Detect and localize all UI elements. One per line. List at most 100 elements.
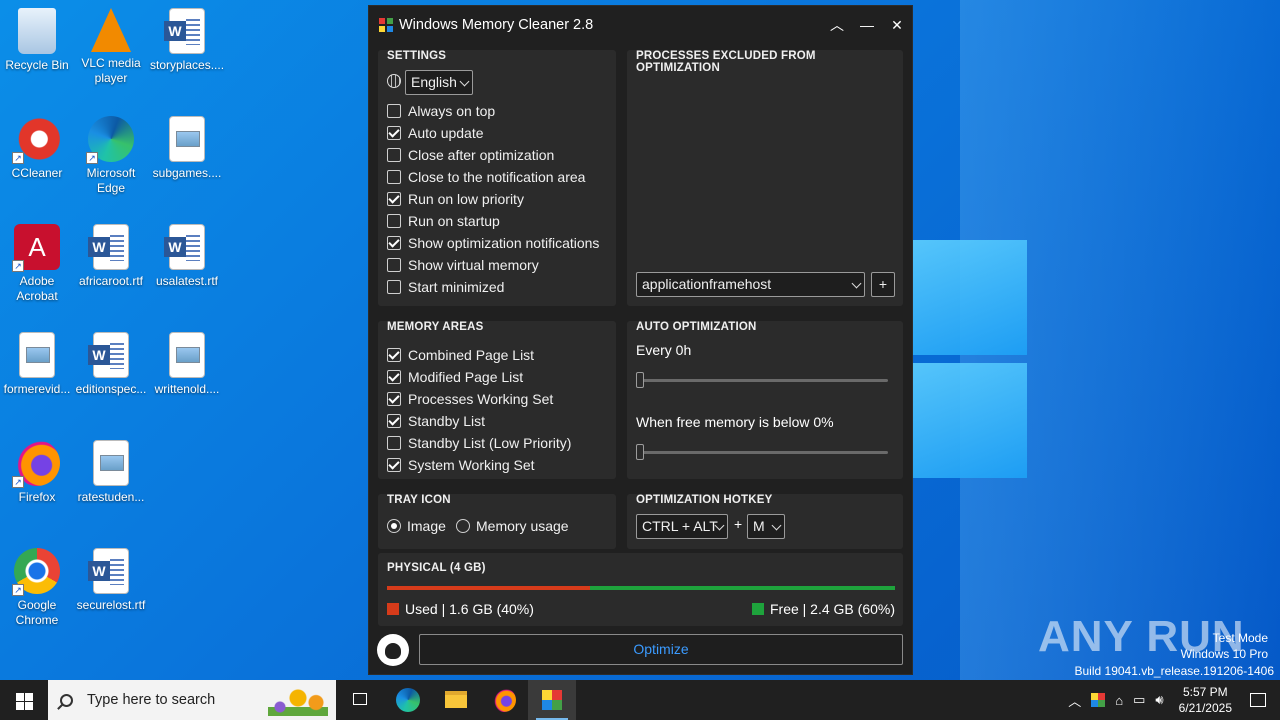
desktop-icon-vlc[interactable]: VLC media player xyxy=(74,8,148,86)
checkbox-close-to-the-notification-area[interactable]: Close to the notification area xyxy=(387,166,585,188)
memory-free-legend: Free | 2.4 GB (60%) xyxy=(751,601,895,617)
desktop-icon-adobe-acrobat[interactable]: A ↗ Adobe Acrobat xyxy=(0,224,74,304)
interval-slider-thumb[interactable] xyxy=(636,372,644,388)
interval-slider[interactable] xyxy=(636,371,890,389)
minimize-button[interactable]: — xyxy=(852,6,882,44)
checkbox-checked-icon xyxy=(387,192,401,206)
desktop-icon-securelost[interactable]: W securelost.rtf xyxy=(74,548,148,613)
taskbar-edge[interactable] xyxy=(384,680,432,720)
desktop-icon-editionspec[interactable]: W editionspec... xyxy=(74,332,148,397)
recycle-bin-icon xyxy=(18,8,56,54)
checkbox-run-on-startup[interactable]: Run on startup xyxy=(387,210,500,232)
search-flowers-icon xyxy=(268,686,328,716)
chevron-down-icon xyxy=(851,278,862,289)
desktop-icon-ccleaner[interactable]: ↗ CCleaner xyxy=(0,116,74,181)
desktop-icon-subgames[interactable]: subgames.... xyxy=(150,116,224,181)
process-select[interactable]: applicationframehost xyxy=(636,272,865,297)
taskbar-search-box[interactable]: Type here to search xyxy=(48,680,336,720)
word-doc-icon: W xyxy=(88,548,129,594)
minimize-icon: — xyxy=(860,17,874,33)
taskbar-file-explorer[interactable] xyxy=(432,680,480,720)
checkbox-checked-icon xyxy=(387,370,401,384)
language-select[interactable]: English xyxy=(405,70,473,95)
desktop-icon-microsoft-edge[interactable]: ↗ Microsoft Edge xyxy=(74,116,148,196)
desktop-icon-africaroot[interactable]: W africaroot.rtf xyxy=(74,224,148,289)
title-bar[interactable]: Windows Memory Cleaner 2.8 ︿ — ✕ xyxy=(369,6,912,44)
start-button[interactable] xyxy=(0,680,48,720)
memory-free-label: Free | 2.4 GB (60%) xyxy=(769,601,895,617)
checkbox-modified-page-list[interactable]: Modified Page List xyxy=(387,366,523,388)
search-icon xyxy=(60,693,73,707)
add-process-button[interactable]: + xyxy=(871,272,895,297)
clock-time: 5:57 PM xyxy=(1182,685,1228,699)
firefox-icon: ↗ xyxy=(12,440,60,488)
task-view-button[interactable] xyxy=(336,680,384,720)
window-title: Windows Memory Cleaner 2.8 xyxy=(399,17,594,33)
taskbar-memory-cleaner[interactable] xyxy=(528,680,576,720)
checkbox-close-after-optimization[interactable]: Close after optimization xyxy=(387,144,554,166)
checkbox-always-on-top[interactable]: Always on top xyxy=(387,100,495,122)
notification-icon[interactable] xyxy=(1250,693,1266,707)
checkbox-standby-list-low-priority[interactable]: Standby List (Low Priority) xyxy=(387,432,571,454)
desktop-icon-recycle-bin[interactable]: Recycle Bin xyxy=(0,8,74,73)
used-color-swatch xyxy=(387,603,399,615)
checkbox-run-on-low-priority[interactable]: Run on low priority xyxy=(387,188,524,210)
desktop-icon-formerevid[interactable]: formerevid... xyxy=(0,332,74,397)
checkbox-auto-update[interactable]: Auto update xyxy=(387,122,484,144)
word-doc-icon: W xyxy=(164,8,205,54)
checkbox-checked-icon xyxy=(387,458,401,472)
device-icon[interactable]: ⌂ xyxy=(1115,693,1123,708)
taskbar-firefox[interactable] xyxy=(480,680,528,720)
github-icon[interactable] xyxy=(377,634,409,666)
checkbox-label: Run on low priority xyxy=(408,191,524,207)
hotkey-modifier-select[interactable]: CTRL + ALT xyxy=(636,514,728,539)
checkbox-system-working-set[interactable]: System Working Set xyxy=(387,454,535,476)
checkbox-checked-icon xyxy=(387,348,401,362)
chevron-up-icon[interactable]: ︿ xyxy=(1068,691,1081,710)
free-memory-slider-thumb[interactable] xyxy=(636,444,644,460)
checkbox-standby-list[interactable]: Standby List xyxy=(387,410,485,432)
taskbar: Type here to search ︿ ⌂ ▭ 🔊︎ 5:57 PM 6/2… xyxy=(0,680,1280,720)
volume-icon[interactable]: 🔊︎ xyxy=(1155,692,1163,708)
radio-unselected-icon xyxy=(456,519,470,533)
memory-cleaner-tray-icon[interactable] xyxy=(1091,693,1106,707)
checkbox-label: System Working Set xyxy=(408,457,535,473)
word-doc-icon: W xyxy=(164,224,205,270)
checkbox-show-optimization-notifications[interactable]: Show optimization notifications xyxy=(387,232,599,254)
network-icon[interactable]: ▭ xyxy=(1133,692,1145,708)
hotkey-plus-label: + xyxy=(734,516,743,532)
chrome-icon: ↗ xyxy=(12,548,60,596)
checkbox-label: Show optimization notifications xyxy=(408,235,600,251)
desktop-icon-firefox[interactable]: ↗ Firefox xyxy=(0,440,74,505)
windows-edition-label: Windows 10 Pro xyxy=(1180,647,1268,661)
free-memory-slider[interactable] xyxy=(636,443,890,461)
desktop-icon-usalatest[interactable]: W usalatest.rtf xyxy=(150,224,224,289)
hotkey-key-select[interactable]: M xyxy=(747,514,785,539)
tray-icon-heading: TRAY ICON xyxy=(387,494,451,506)
settings-heading: SETTINGS xyxy=(387,50,447,62)
checkbox-combined-page-list[interactable]: Combined Page List xyxy=(387,344,534,366)
build-label: Build 19041.vb_release.191206-1406 xyxy=(1074,664,1275,678)
desktop-icon-writtenold[interactable]: writtenold.... xyxy=(150,332,224,397)
checkbox-processes-working-set[interactable]: Processes Working Set xyxy=(387,388,553,410)
app-logo-icon xyxy=(379,18,393,32)
clock[interactable]: 5:57 PM 6/21/2025 xyxy=(1179,684,1232,716)
collapse-button[interactable]: ︿ xyxy=(822,6,852,44)
tray-memory-usage-radio[interactable]: Memory usage xyxy=(456,515,569,537)
tray-image-radio[interactable]: Image xyxy=(387,515,446,537)
checkbox-unchecked-icon xyxy=(387,214,401,228)
desktop-icon-google-chrome[interactable]: ↗ Google Chrome xyxy=(0,548,74,628)
chevron-down-icon xyxy=(459,76,470,87)
close-button[interactable]: ✕ xyxy=(882,6,912,44)
clock-date: 6/21/2025 xyxy=(1178,701,1232,715)
close-icon: ✕ xyxy=(891,17,903,33)
excluded-processes-panel: PROCESSES EXCLUDED FROM OPTIMIZATION app… xyxy=(627,50,903,306)
free-color-swatch xyxy=(751,603,764,615)
desktop-icon-storyplaces[interactable]: W storyplaces.... xyxy=(150,8,224,73)
optimize-button[interactable]: Optimize xyxy=(419,634,903,665)
desktop-icon-ratestuden[interactable]: ratestuden... xyxy=(74,440,148,505)
checkbox-show-virtual-memory[interactable]: Show virtual memory xyxy=(387,254,539,276)
checkbox-unchecked-icon xyxy=(387,148,401,162)
checkbox-start-minimized[interactable]: Start minimized xyxy=(387,276,504,298)
checkbox-label: Always on top xyxy=(408,103,496,119)
